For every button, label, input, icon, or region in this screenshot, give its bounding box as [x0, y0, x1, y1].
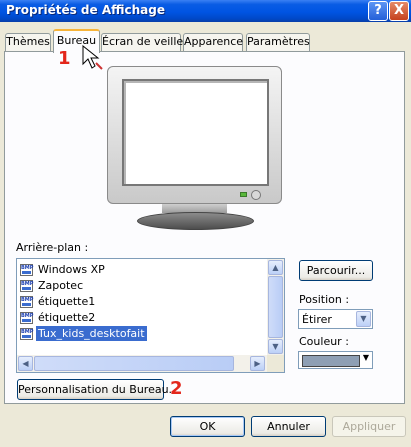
- mouse-cursor-icon: [82, 45, 103, 70]
- monitor-frame: [107, 66, 282, 204]
- customize-desktop-button[interactable]: Personnalisation du Bureau...: [17, 379, 179, 400]
- position-label: Position :: [299, 293, 350, 306]
- power-led: [240, 192, 247, 197]
- scroll-down-icon[interactable]: ▼: [268, 339, 283, 354]
- bmp-file-icon: BMP: [20, 264, 33, 276]
- browse-button[interactable]: Parcourir...: [299, 260, 373, 281]
- color-label: Couleur :: [299, 335, 349, 348]
- background-list[interactable]: BMP Windows XP BMP Zapotec BMP étiquette1 B…: [16, 258, 285, 373]
- tab-screensaver[interactable]: Écran de veille: [101, 33, 183, 51]
- list-item[interactable]: BMP étiquette1: [20, 294, 97, 309]
- power-button-icon: [251, 190, 261, 200]
- scroll-up-icon[interactable]: ▲: [268, 260, 283, 275]
- annotation-marker-2: 2: [170, 378, 183, 399]
- list-item-selected[interactable]: BMP Tux_kids_desktofait: [20, 325, 148, 342]
- vertical-scrollbar[interactable]: ▲ ▼: [267, 259, 284, 356]
- bmp-file-icon: BMP: [20, 280, 33, 292]
- list-item[interactable]: BMP Zapotec: [20, 278, 85, 293]
- ok-button[interactable]: OK: [170, 416, 245, 437]
- title-bar: Propriétés de Affichage ? X: [0, 0, 411, 22]
- scroll-right-icon[interactable]: ▶: [250, 356, 265, 371]
- tab-appearance[interactable]: Apparence: [183, 33, 243, 51]
- color-swatch: [302, 355, 360, 367]
- position-select[interactable]: Étirer ▼: [298, 309, 373, 329]
- monitor-preview: [107, 66, 282, 230]
- chevron-down-icon[interactable]: ▼: [363, 353, 369, 362]
- horizontal-scroll-thumb[interactable]: [34, 356, 234, 371]
- close-button[interactable]: X: [389, 1, 409, 21]
- window-title: Propriétés de Affichage: [6, 3, 165, 17]
- background-label: Arrière-plan :: [16, 241, 89, 254]
- bmp-file-icon: BMP: [20, 312, 33, 324]
- help-button[interactable]: ?: [368, 1, 388, 21]
- monitor-stand: [137, 212, 254, 230]
- help-icon: ?: [374, 3, 382, 18]
- horizontal-scrollbar[interactable]: ◀ ▶: [17, 355, 267, 372]
- apply-button[interactable]: Appliquer: [332, 416, 406, 437]
- color-picker[interactable]: ▼: [298, 351, 373, 369]
- tab-settings[interactable]: Paramètres: [246, 33, 310, 51]
- close-icon: X: [393, 3, 405, 18]
- scroll-corner: [267, 355, 284, 372]
- vertical-scroll-thumb[interactable]: [268, 276, 283, 338]
- list-item[interactable]: BMP étiquette2: [20, 310, 97, 325]
- annotation-marker-1: 1: [58, 48, 71, 69]
- desktop-preview-screen: [122, 79, 269, 186]
- chevron-down-icon[interactable]: ▼: [356, 311, 371, 327]
- cancel-button[interactable]: Annuler: [251, 416, 326, 437]
- tab-themes[interactable]: Thèmes: [5, 33, 51, 51]
- bmp-file-icon: BMP: [20, 296, 33, 308]
- position-value: Étirer: [302, 313, 332, 326]
- list-item[interactable]: BMP Windows XP: [20, 262, 107, 277]
- bmp-file-icon: BMP: [20, 328, 33, 340]
- scroll-left-icon[interactable]: ◀: [18, 356, 33, 371]
